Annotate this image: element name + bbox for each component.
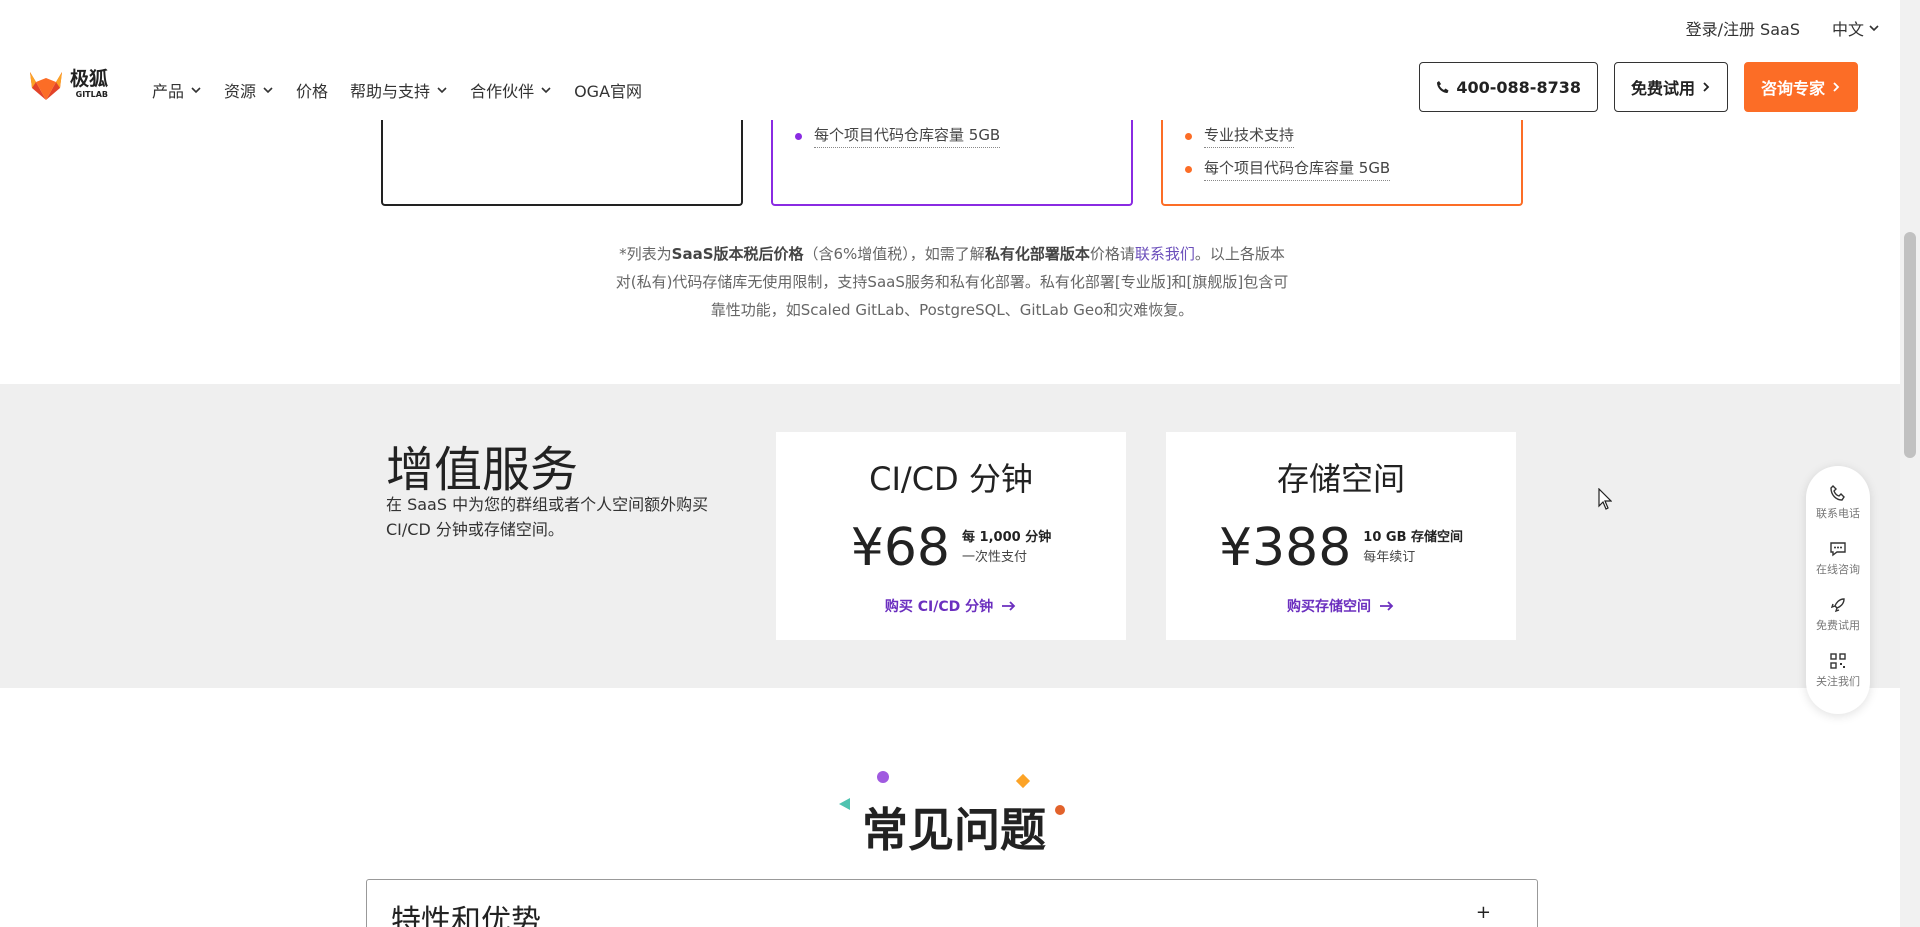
- feature-item: 专业技术支持: [1185, 124, 1295, 148]
- qrcode-icon: [1830, 653, 1846, 669]
- feature-text[interactable]: 专业技术支持: [1204, 124, 1295, 148]
- buy-link-label: 购买存储空间: [1287, 599, 1371, 615]
- note-bold-private: 私有化部署版本: [984, 245, 1090, 263]
- nav-item-help[interactable]: 帮助与支持: [350, 78, 448, 102]
- side-item-label: 联系电话: [1816, 507, 1860, 520]
- phone-number: 400-088-8738: [1456, 77, 1581, 97]
- service-meta: 每 1,000 分钟 一次性支付: [962, 528, 1051, 568]
- main-header: 极狐 GITLAB 产品 资源 价格 帮助与支持 合作伙伴 OGA官网 400-…: [0, 56, 1900, 120]
- service-price-row: ¥388 10 GB 存储空间 每年续订: [1166, 518, 1516, 578]
- language-label: 中文: [1831, 20, 1864, 39]
- scrollbar-thumb[interactable]: [1904, 232, 1916, 458]
- header-actions: 400-088-8738 免费试用 咨询专家: [1419, 62, 1858, 112]
- nav-item-resources[interactable]: 资源: [224, 78, 274, 102]
- service-unit: 10 GB 存储空间: [1363, 530, 1464, 545]
- buy-link-label: 购买 CI/CD 分钟: [884, 599, 994, 615]
- chevron-right-icon: [1833, 82, 1840, 92]
- chevron-down-icon: [1869, 25, 1879, 32]
- consult-expert-label: 咨询专家: [1760, 79, 1825, 98]
- chevron-down-icon: [191, 87, 201, 94]
- main-nav: 产品 资源 价格 帮助与支持 合作伙伴 OGA官网: [152, 78, 642, 102]
- consult-expert-button[interactable]: 咨询专家: [1743, 62, 1858, 112]
- nav-item-pricing[interactable]: 价格: [296, 78, 328, 102]
- service-price: ¥68: [850, 518, 951, 578]
- nav-item-partners[interactable]: 合作伙伴: [470, 78, 552, 102]
- free-trial-button[interactable]: 免费试用: [1613, 62, 1728, 112]
- nav-item-label: 价格: [296, 82, 329, 101]
- side-item-trial[interactable]: 免费试用: [1816, 596, 1860, 646]
- feature-item: 每个项目代码仓库容量 5GB: [1185, 157, 1391, 181]
- nav-item-label: 产品: [152, 82, 185, 101]
- free-trial-label: 免费试用: [1630, 79, 1695, 98]
- arrow-right-icon: [1002, 601, 1016, 611]
- chat-icon: [1830, 542, 1846, 557]
- nav-item-label: 合作伙伴: [470, 82, 535, 101]
- fox-logo-icon: [30, 72, 62, 100]
- nav-item-oga[interactable]: OGA官网: [574, 78, 642, 102]
- side-item-label: 关注我们: [1816, 675, 1860, 688]
- side-item-chat[interactable]: 在线咨询: [1816, 540, 1860, 590]
- service-billing: 每年续订: [1363, 550, 1416, 565]
- faq-title: 常见问题: [862, 803, 1046, 857]
- service-unit: 每 1,000 分钟: [962, 530, 1052, 545]
- faq-question: 特性和优势: [391, 904, 541, 927]
- phone-button[interactable]: 400-088-8738: [1419, 62, 1598, 112]
- buy-storage-link[interactable]: 购买存储空间: [1287, 596, 1395, 616]
- bullet-dot: [795, 132, 802, 140]
- page-scrollbar[interactable]: [1900, 0, 1920, 927]
- service-meta: 10 GB 存储空间 每年续订: [1363, 528, 1463, 568]
- chevron-down-icon: [437, 87, 447, 94]
- pricing-note: *列表为SaaS版本税后价格（含6%增值税），如需了解私有化部署版本价格请联系我…: [612, 240, 1292, 324]
- phone-icon: [1437, 81, 1449, 93]
- pricing-card-basic: [381, 120, 743, 206]
- value-added-title: 增值服务: [386, 442, 579, 498]
- buy-cicd-minutes-link[interactable]: 购买 CI/CD 分钟: [885, 596, 1017, 616]
- floating-contact-widget: 联系电话 在线咨询 免费试用 关注我们: [1806, 466, 1870, 714]
- expand-plus-icon[interactable]: +: [1476, 902, 1491, 923]
- service-card-cicd: CI/CD 分钟 ¥68 每 1,000 分钟 一次性支付 购买 CI/CD 分…: [776, 432, 1126, 640]
- note-mid1: （含6%增值税），如需了解: [803, 245, 985, 263]
- feature-item: 每个项目代码仓库容量 5GB: [795, 124, 1001, 148]
- nav-item-label: OGA官网: [574, 82, 643, 101]
- faq-accordion-item[interactable]: 特性和优势 +: [366, 879, 1538, 927]
- service-billing: 一次性支付: [962, 550, 1028, 565]
- rocket-icon: [1830, 598, 1845, 613]
- chevron-down-icon: [541, 87, 551, 94]
- language-selector[interactable]: 中文: [1832, 16, 1880, 40]
- service-title: 存储空间: [1276, 460, 1405, 498]
- bullet-dot: [1185, 165, 1192, 173]
- service-price-row: ¥68 每 1,000 分钟 一次性支付: [776, 518, 1126, 578]
- note-mid2: 价格请: [1089, 245, 1135, 263]
- bullet-dot: [1185, 132, 1192, 140]
- logo-wordmark: 极狐 GITLAB: [70, 67, 109, 99]
- side-item-follow[interactable]: 关注我们: [1816, 652, 1860, 702]
- login-register-link[interactable]: 登录/注册 SaaS: [1686, 16, 1800, 40]
- logo-en-text: GITLAB: [75, 89, 109, 99]
- page: 登录/注册 SaaS 中文 极狐 GITLAB 产品 资源 价格 帮助与支持 合…: [0, 0, 1920, 927]
- chevron-right-icon: [1703, 82, 1710, 92]
- side-item-phone[interactable]: 联系电话: [1816, 484, 1860, 534]
- utility-bar: 登录/注册 SaaS 中文: [1686, 0, 1880, 56]
- chevron-down-icon: [263, 87, 273, 94]
- feature-text[interactable]: 每个项目代码仓库容量 5GB: [814, 124, 1001, 148]
- service-card-storage: 存储空间 ¥388 10 GB 存储空间 每年续订 购买存储空间: [1166, 432, 1516, 640]
- side-item-label: 在线咨询: [1816, 563, 1860, 576]
- value-added-description: 在 SaaS 中为您的群组或者个人空间额外购买 CI/CD 分钟或存储空间。: [386, 495, 709, 539]
- phone-icon: [1830, 485, 1845, 501]
- service-price: ¥388: [1218, 518, 1352, 578]
- nav-item-label: 资源: [224, 82, 257, 101]
- note-bold-saas: SaaS版本税后价格: [671, 245, 804, 263]
- arrow-right-icon: [1380, 601, 1394, 611]
- side-item-label: 免费试用: [1816, 619, 1860, 632]
- logo-cn-text: 极狐: [70, 67, 109, 90]
- mouse-cursor-icon: [1598, 488, 1612, 510]
- service-title: CI/CD 分钟: [869, 460, 1033, 498]
- note-prefix: *列表为: [619, 245, 672, 263]
- nav-item-products[interactable]: 产品: [152, 78, 202, 102]
- feature-text[interactable]: 每个项目代码仓库容量 5GB: [1204, 157, 1391, 181]
- nav-item-label: 帮助与支持: [350, 82, 431, 101]
- contact-us-link[interactable]: 联系我们: [1135, 245, 1195, 263]
- logo[interactable]: 极狐 GITLAB: [28, 66, 108, 102]
